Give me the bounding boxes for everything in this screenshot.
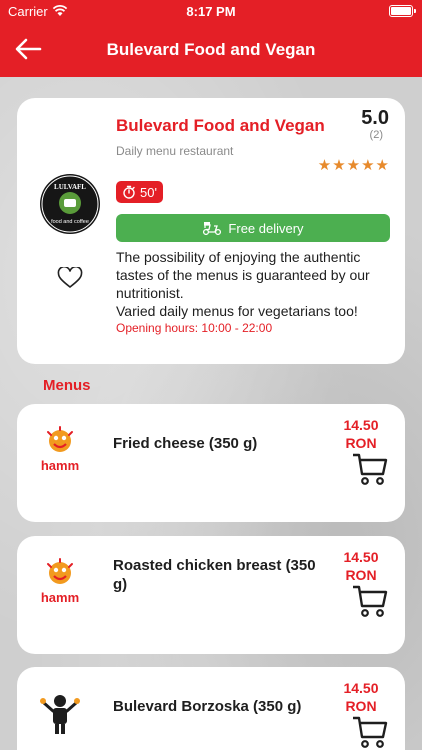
menu-item-card[interactable]: hamm Fried cheese (350 g) 14.50 RON [17,404,405,522]
top-bar: Carrier 8:17 PM Bulevard Food and Vegan [0,0,422,77]
restaurant-card: LULVAFL food and coffee Bulevard Food an… [17,98,405,364]
restaurant-description: The possibility of enjoying the authenti… [116,248,396,320]
clock: 8:17 PM [186,4,236,19]
chef-figure-icon [40,695,80,734]
add-to-cart-icon[interactable] [352,584,388,618]
menu-item-price: 14.50 RON [334,548,388,584]
menu-item-card[interactable]: hamm Roasted chicken breast (350 g) 14.5… [17,536,405,654]
price-currency: RON [345,698,377,714]
hamm-logo-icon: hamm [41,558,79,605]
menu-item-card[interactable]: Bulevard Borzoska (350 g) 14.50 RON [17,667,405,750]
status-bar: Carrier 8:17 PM [0,0,422,22]
add-to-cart-icon[interactable] [352,715,388,749]
price-currency: RON [345,567,377,583]
description-line: The possibility of enjoying the authenti… [116,249,370,319]
prep-time-label: 50' [140,184,157,200]
restaurant-name: Bulevard Food and Vegan [116,116,325,135]
logo-graphic: LULVAFL food and coffee [41,175,99,233]
opening-hours: Opening hours: 10:00 - 22:00 [116,321,273,335]
rating-count: (2) [369,129,383,141]
logo-text-top: LULVAFL [54,183,86,191]
rating-stars: ★★★★★ [317,157,390,174]
menu-item-name: Bulevard Borzoska (350 g) [113,698,302,715]
price-value: 14.50 [343,680,379,696]
page-title: Bulevard Food and Vegan [106,40,316,59]
menu-item-name: Roasted chicken breast (350 g) [113,557,316,593]
free-delivery-label: Free delivery [228,220,304,236]
hamm-logo-text: hamm [41,590,79,605]
restaurant-subtitle: Daily menu restaurant [116,144,234,158]
price-value: 14.50 [343,417,379,433]
battery-icon [389,5,416,17]
hamm-logo-icon: hamm [41,426,79,473]
menus-section-title: Menus [43,377,91,394]
menu-item-price: 14.50 RON [334,416,388,452]
rating-value: 5.0 [361,107,389,129]
scooter-icon [203,222,222,235]
prep-time-badge: 50' [116,181,163,203]
add-to-cart-icon[interactable] [352,452,388,486]
favorite-heart-icon[interactable] [57,267,83,289]
restaurant-logo: LULVAFL food and coffee [40,174,100,234]
menu-item-price: 14.50 RON [334,679,388,715]
price-value: 14.50 [343,549,379,565]
hamm-logo-text: hamm [41,458,79,473]
stopwatch-icon [123,185,135,199]
free-delivery-badge: Free delivery [116,214,390,242]
menu-item-name: Fried cheese (350 g) [113,435,258,452]
price-currency: RON [345,435,377,451]
logo-text-bottom: food and coffee [51,219,89,225]
